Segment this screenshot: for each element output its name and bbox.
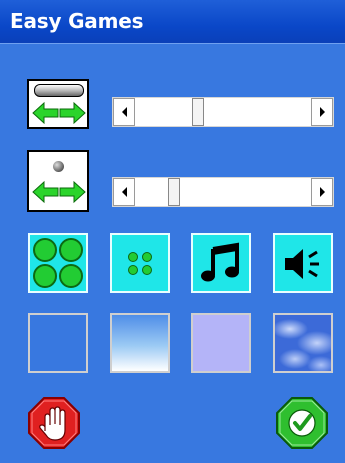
paddle-size-slider[interactable] [112, 97, 334, 127]
window-title: Easy Games [10, 9, 144, 33]
four-large-circles-icon [32, 237, 84, 289]
cancel-button[interactable] [28, 397, 80, 449]
background-solid-blue[interactable] [28, 313, 88, 373]
music-note-icon [201, 242, 239, 282]
slider-left-arrow[interactable] [113, 98, 135, 126]
music-button[interactable] [191, 233, 251, 293]
slider-thumb[interactable] [192, 98, 204, 126]
slider-thumb[interactable] [168, 178, 180, 206]
title-bar: Easy Games [0, 0, 345, 44]
slider-right-arrow[interactable] [311, 98, 333, 126]
ball-size-icon [27, 150, 89, 212]
ball-size-slider[interactable] [112, 177, 334, 207]
ok-button[interactable] [276, 397, 328, 449]
checkmark-icon [276, 397, 328, 449]
slider-left-arrow[interactable] [113, 178, 135, 206]
four-small-dots-icon [112, 235, 168, 291]
sound-button[interactable] [273, 233, 333, 293]
slider-right-arrow[interactable] [311, 178, 333, 206]
small-balls-button[interactable] [110, 233, 170, 293]
paddle-width-icon [27, 79, 89, 129]
background-lavender[interactable] [191, 313, 251, 373]
background-clouds[interactable] [273, 313, 333, 373]
large-balls-button[interactable] [28, 233, 88, 293]
speaker-icon [285, 249, 319, 279]
stop-hand-icon [28, 397, 80, 449]
background-gradient-blue[interactable] [110, 313, 170, 373]
